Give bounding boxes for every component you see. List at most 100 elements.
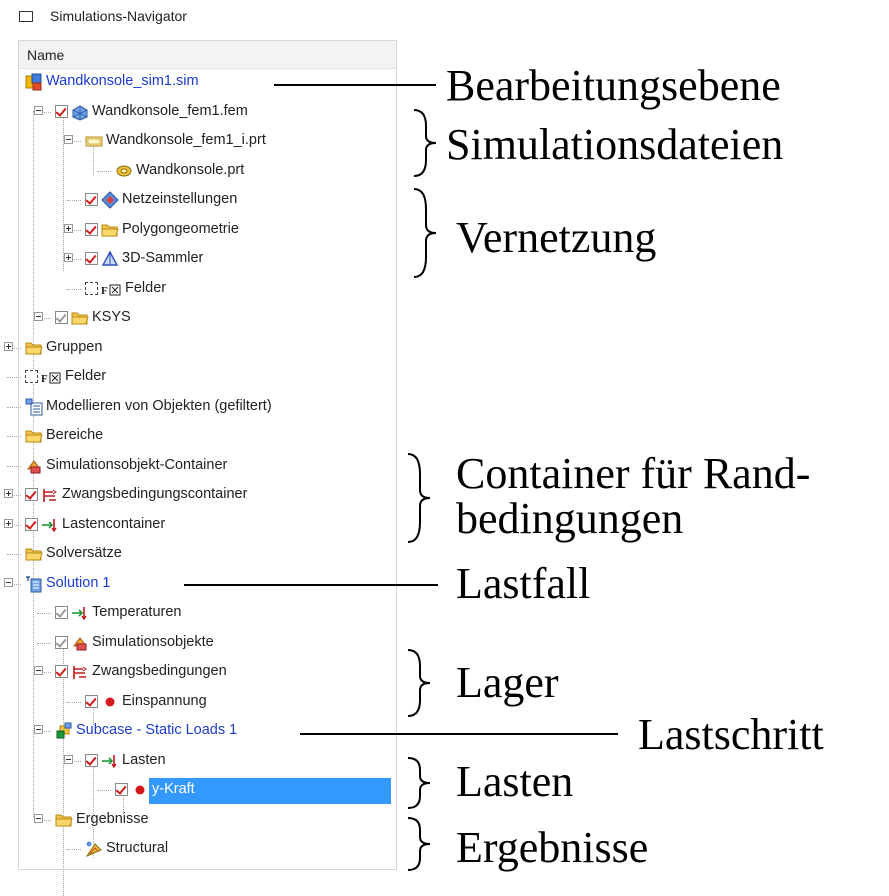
tree-node-label: Zwangsbedingungscontainer [62, 486, 248, 502]
collapse-toggle[interactable] [64, 754, 73, 764]
node-checkbox[interactable] [25, 517, 38, 531]
node-checkbox[interactable] [115, 783, 128, 796]
expand-toggle[interactable] [4, 489, 13, 498]
tree-node[interactable]: Einspannung [19, 688, 396, 717]
brace-container [407, 453, 431, 543]
tree-node[interactable]: Structural [19, 835, 396, 864]
expand-toggle[interactable] [4, 518, 13, 528]
tree-node-label: Lasten [122, 751, 166, 768]
annotation-bearbeitungsebene: Bearbeitungsebene [446, 61, 781, 110]
tree-node-label: Temperaturen [92, 604, 182, 620]
folder-icon [25, 339, 43, 357]
node-checkbox[interactable] [55, 311, 68, 324]
tree-node[interactable]: Lasten [19, 747, 396, 776]
tree-node-label: Einspannung [122, 692, 207, 709]
mesh-settings-icon [101, 191, 119, 209]
load-icon [41, 516, 59, 534]
node-checkbox[interactable] [55, 635, 68, 649]
node-checkbox[interactable] [55, 665, 68, 678]
tree-node[interactable]: Zwangsbedingungen [19, 658, 396, 687]
part-icon [115, 162, 133, 180]
tree-node[interactable]: Bereiche [7, 422, 396, 451]
tree-node[interactable]: 3D-Sammler [19, 245, 396, 274]
annotation-leader-lastschritt [300, 733, 618, 735]
collapse-toggle[interactable] [64, 135, 73, 144]
tree-node[interactable]: Wandkonsole_sim1.sim [19, 68, 396, 97]
tree-node[interactable]: Solversätze [7, 540, 396, 569]
tree-node[interactable]: Zwangsbedingungscontainer [4, 481, 396, 510]
node-checkbox[interactable] [85, 694, 98, 708]
column-header-label: Name [27, 47, 65, 63]
annotation-lastschritt: Lastschritt [638, 710, 824, 759]
collapse-toggle[interactable] [4, 577, 13, 587]
folder-icon [101, 221, 119, 239]
annotation-ergebnisse: Ergebnisse [456, 823, 649, 872]
simulation-object-icon [71, 634, 89, 652]
field-icon: F [41, 371, 63, 389]
annotation-leader-bearbeitungsebene [274, 84, 436, 86]
tree-node-label: Subcase - Static Loads 1 [76, 722, 238, 738]
brace-vernetzung [413, 188, 437, 278]
tree-node-label: 3D-Sammler [122, 250, 204, 266]
node-checkbox[interactable] [85, 281, 98, 295]
tree-node[interactable]: y-Kraft [19, 776, 396, 805]
part-folder-icon [85, 132, 103, 150]
tree-node[interactable]: Wandkonsole_fem1_i.prt [19, 127, 396, 156]
expand-toggle[interactable] [64, 223, 73, 233]
subcase-icon [55, 722, 73, 740]
node-checkbox[interactable] [85, 753, 98, 767]
tree-node-label: Wandkonsole_fem1_i.prt [106, 132, 266, 148]
tree-node[interactable]: Netzeinstellungen [19, 186, 396, 215]
expand-toggle[interactable] [64, 253, 73, 262]
tree-node-label: Wandkonsole.prt [136, 161, 245, 178]
tree-node[interactable]: Wandkonsole.prt [19, 157, 396, 186]
tree-node[interactable]: Ergebnisse [19, 806, 396, 835]
annotation-simulationsdateien: Simulationsdateien [446, 120, 784, 169]
tree-node[interactable]: Gruppen [4, 334, 396, 363]
tree-node[interactable]: Simulationsobjekte [19, 629, 396, 658]
brace-lager [407, 649, 431, 717]
field-icon: F [101, 283, 123, 301]
constraint-icon [41, 486, 59, 504]
title-bar: Simulations-Navigator [0, 0, 889, 36]
folder-icon [25, 427, 43, 445]
tree-node[interactable]: Polygongeometrie [19, 216, 396, 245]
tree-node-label: Solversätze [46, 545, 122, 561]
tree-node-label: y-Kraft [152, 781, 195, 797]
collapse-toggle[interactable] [34, 105, 43, 115]
tree-node-label: Lastencontainer [62, 515, 166, 532]
tree-node[interactable]: Modellieren von Objekten (gefiltert) [7, 393, 396, 422]
node-checkbox[interactable] [55, 606, 68, 619]
tree-node[interactable]: Simulationsobjekt-Container [7, 452, 396, 481]
node-checkbox[interactable] [85, 222, 98, 236]
red-dot-icon [131, 781, 149, 799]
collapse-toggle[interactable] [34, 725, 43, 734]
expand-toggle[interactable] [4, 341, 13, 351]
node-checkbox[interactable] [85, 252, 98, 265]
collapse-toggle[interactable] [34, 312, 43, 321]
annotation-container-line2: bedingungen [456, 494, 684, 543]
brace-simulationsdateien [413, 109, 437, 177]
folder-icon [25, 545, 43, 563]
tree-node[interactable]: Wandkonsole_fem1.fem [19, 98, 396, 127]
annotation-container-line1: Container für Rand- [456, 449, 811, 498]
annotation-leader-lastfall [184, 584, 438, 586]
node-checkbox[interactable] [85, 193, 98, 206]
tree-node[interactable]: KSYS [19, 304, 396, 333]
tree-node[interactable]: F Felder [19, 275, 396, 304]
tree-node-label: Felder [65, 368, 107, 384]
collapse-toggle[interactable] [34, 666, 43, 675]
node-checkbox[interactable] [25, 488, 38, 501]
collapse-toggle[interactable] [34, 813, 43, 823]
folder-icon [55, 811, 73, 829]
tree-node[interactable]: Subcase - Static Loads 1 [19, 717, 396, 746]
tree-node-label: Netzeinstellungen [122, 191, 238, 207]
node-checkbox[interactable] [25, 370, 38, 383]
tree-node[interactable]: Lastencontainer [4, 511, 396, 540]
constraint-icon [71, 663, 89, 681]
tree-node[interactable]: F Felder [7, 363, 396, 392]
tree-node[interactable]: Temperaturen [19, 599, 396, 628]
node-checkbox[interactable] [55, 104, 68, 118]
column-header-name[interactable]: Name [19, 41, 396, 69]
brace-lasten [407, 757, 431, 809]
